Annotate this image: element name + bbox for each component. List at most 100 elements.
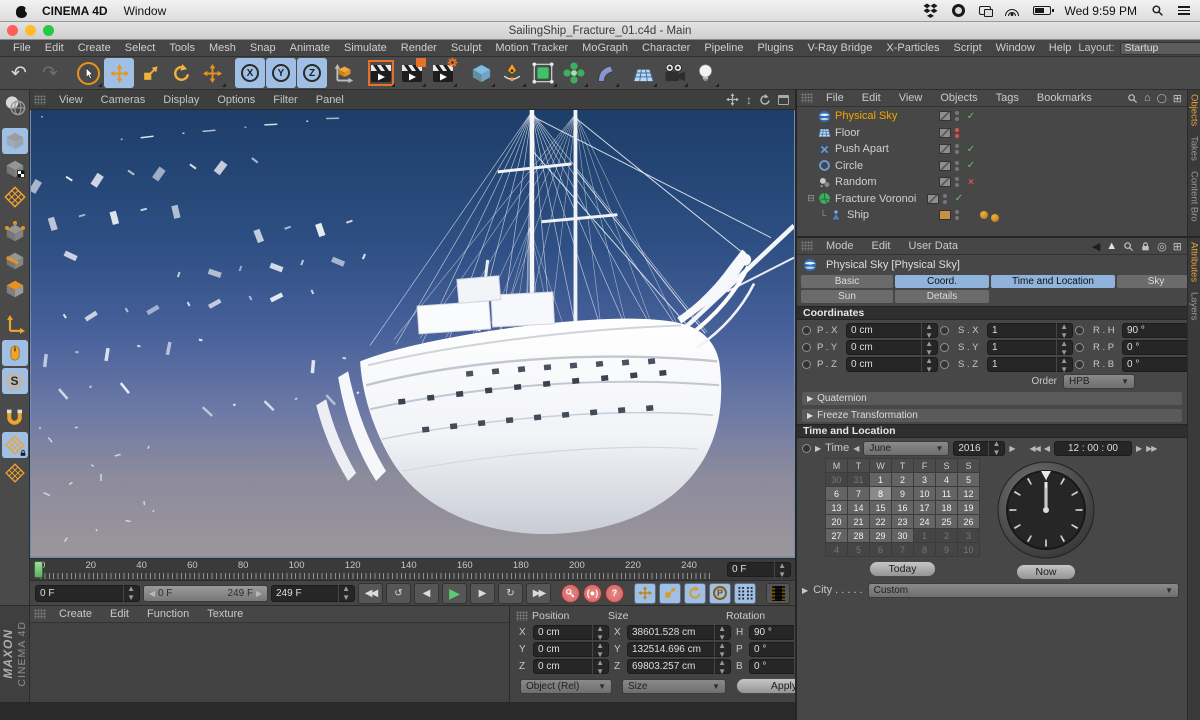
tab-layers[interactable]: Layers (1189, 292, 1200, 321)
viewport-dolly-icon[interactable]: ↕ (746, 93, 752, 107)
object-row-fracture-voronoi[interactable]: ⊟ Fracture Voronoi ✓ (797, 191, 1187, 208)
expander-icon[interactable]: ▶ (802, 586, 808, 595)
om-menu-view[interactable]: View (890, 92, 932, 104)
om-menu-tags[interactable]: Tags (987, 92, 1028, 104)
wifi-icon[interactable] (1005, 6, 1019, 16)
viewport-3d-scene[interactable] (30, 110, 795, 558)
tab-content-browser[interactable]: Content Bro (1189, 171, 1200, 222)
pos-z-field[interactable]: 0 cm▲▼ (533, 659, 609, 674)
stepper-icon[interactable]: ▲▼ (123, 584, 135, 602)
size-z-field[interactable]: 69803.257 cm▲▼ (627, 659, 731, 674)
calendar-day[interactable]: 11 (936, 487, 957, 500)
soft-selection-button[interactable]: S (2, 368, 28, 394)
material-menu-edit[interactable]: Edit (101, 608, 138, 620)
menu-script[interactable]: Script (947, 42, 989, 54)
deformer-bend-button[interactable] (590, 58, 620, 88)
px-field[interactable]: 0 cm▲▼ (846, 323, 938, 338)
snap-magnet-button[interactable] (2, 404, 28, 430)
month-dropdown[interactable]: June▼ (863, 441, 949, 456)
enabled-check-icon[interactable]: ✓ (953, 193, 965, 204)
calendar-day[interactable]: 8 (914, 543, 935, 556)
rp-field[interactable]: 0 °▲▼ (1122, 340, 1187, 355)
am-menu-edit[interactable]: Edit (863, 240, 900, 252)
subdivision-surface-button[interactable] (528, 58, 558, 88)
target-icon[interactable]: ◎ (1157, 240, 1167, 253)
calendar-day[interactable]: 3 (958, 529, 979, 542)
sz-field[interactable]: 1▲▼ (987, 357, 1073, 372)
tab-time-and-location[interactable]: Time and Location (991, 275, 1115, 288)
play-backwards-button[interactable]: ↺ (386, 583, 411, 604)
edges-mode-button[interactable] (2, 248, 28, 274)
lock-x-axis-button[interactable]: X (235, 58, 265, 88)
year-field[interactable]: 2016▲▼ (953, 441, 1005, 456)
calendar-day[interactable]: 24 (914, 515, 935, 528)
move-tool-button[interactable] (104, 58, 134, 88)
history-back-icon[interactable]: ◀ (1092, 240, 1100, 253)
keyframe-circle[interactable] (802, 444, 811, 453)
add-panel-icon[interactable]: ⊞ (1173, 92, 1182, 105)
layer-swatch[interactable] (939, 144, 951, 154)
spotlight-search-icon[interactable] (1151, 4, 1164, 17)
lock-z-axis-button[interactable]: Z (297, 58, 327, 88)
city-dropdown[interactable]: Custom▼ (868, 583, 1179, 598)
tab-coord[interactable]: Coord. (895, 275, 989, 288)
rh-field[interactable]: 90 °▲▼ (1122, 323, 1187, 338)
camera-button[interactable] (659, 58, 689, 88)
section-coordinates[interactable]: Coordinates (797, 306, 1187, 320)
path-icon[interactable]: ◯ (1157, 93, 1167, 104)
visibility-dots[interactable] (955, 144, 959, 154)
notification-center-icon[interactable] (1178, 6, 1190, 15)
apple-menu-icon[interactable] (16, 4, 28, 18)
object-row-physical-sky[interactable]: Physical Sky ✓ (797, 108, 1187, 125)
calendar-day[interactable]: 18 (936, 501, 957, 514)
keyframe-selection-button[interactable]: ? (605, 584, 624, 603)
search-icon[interactable] (1127, 93, 1138, 104)
keyframe-circle[interactable] (1075, 360, 1084, 369)
keyframe-circle[interactable] (1075, 326, 1084, 335)
calendar-day[interactable]: 21 (848, 515, 869, 528)
menu-help[interactable]: Help (1042, 42, 1079, 54)
render-view-button[interactable] (366, 58, 396, 88)
calendar-day[interactable]: 14 (848, 501, 869, 514)
calendar-day[interactable]: 7 (848, 487, 869, 500)
undo-button[interactable]: ↶ (4, 58, 34, 88)
range-right-arrow[interactable]: ▶ (256, 589, 262, 598)
macos-app-name[interactable]: CINEMA 4D (42, 4, 108, 18)
order-dropdown[interactable]: HPB▼ (1063, 374, 1135, 389)
calendar-day[interactable]: 27 (826, 529, 847, 542)
viewport-menu-view[interactable]: View (50, 94, 92, 106)
battery-icon[interactable] (1033, 6, 1051, 15)
keyframe-circle[interactable] (802, 326, 811, 335)
redo-button[interactable]: ↷ (35, 58, 65, 88)
object-row-ship[interactable]: └ Ship (797, 207, 1187, 224)
material-menu-create[interactable]: Create (50, 608, 101, 620)
home-icon[interactable]: ⌂ (1144, 92, 1151, 104)
now-button[interactable]: Now (1016, 564, 1075, 580)
object-row-circle[interactable]: Circle ✓ (797, 158, 1187, 175)
rotate-tool-button[interactable] (166, 58, 196, 88)
calendar-day[interactable]: 16 (892, 501, 913, 514)
menu-edit[interactable]: Edit (38, 42, 71, 54)
time-fwd-fast-arrow[interactable]: ▶▶ (1146, 444, 1156, 453)
macos-menu-window[interactable]: Window (124, 4, 167, 18)
lock-icon[interactable] (1140, 241, 1151, 252)
pz-field[interactable]: 0 cm▲▼ (846, 357, 938, 372)
enabled-check-icon[interactable]: ✓ (965, 160, 977, 171)
month-prev-arrow[interactable]: ◀ (853, 444, 859, 453)
key-parameter-toggle[interactable]: P (709, 583, 731, 604)
previous-frame-button[interactable]: ◀ (414, 583, 439, 604)
lock-y-axis-button[interactable]: Y (266, 58, 296, 88)
calendar-day[interactable]: 10 (958, 543, 979, 556)
om-menu-objects[interactable]: Objects (931, 92, 986, 104)
polygons-mode-button[interactable] (2, 276, 28, 302)
tab-sun[interactable]: Sun (801, 290, 893, 303)
viewport-menu-options[interactable]: Options (208, 94, 264, 106)
menu-sculpt[interactable]: Sculpt (444, 42, 489, 54)
menu-character[interactable]: Character (635, 42, 697, 54)
section-time-and-location[interactable]: Time and Location (797, 424, 1187, 438)
panel-grip[interactable] (801, 241, 813, 251)
menu-plugins[interactable]: Plugins (750, 42, 800, 54)
dropbox-icon[interactable] (923, 3, 938, 18)
environment-floor-button[interactable] (628, 58, 658, 88)
search-icon[interactable] (1123, 241, 1134, 252)
